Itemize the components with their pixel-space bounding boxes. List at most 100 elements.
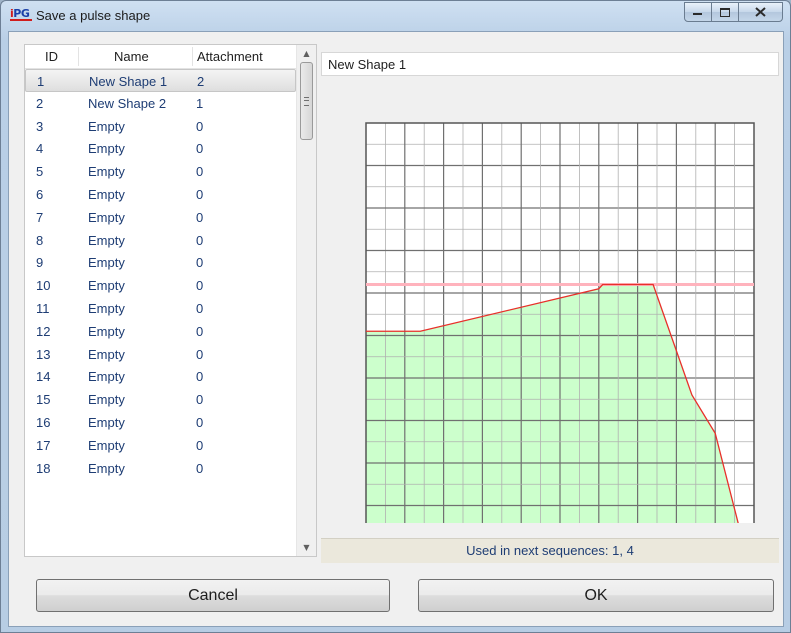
row-id: 11 <box>36 300 50 316</box>
list-item[interactable]: 16 Empty 0 <box>25 411 296 434</box>
row-name: Empty <box>88 232 125 248</box>
title-bar[interactable]: iPG Save a pulse shape <box>1 1 790 31</box>
row-attachment: 0 <box>196 437 204 453</box>
row-id: 14 <box>36 369 51 385</box>
close-icon <box>755 7 766 17</box>
row-attachment: 1 <box>196 95 204 111</box>
dialog-window: iPG Save a pulse shape ID Name Attachmen… <box>0 0 791 633</box>
close-button[interactable] <box>738 2 783 22</box>
dialog-content: ID Name Attachment 1 New Shape 1 2 2 New Sha… <box>8 31 784 627</box>
row-name: Empty <box>88 278 125 294</box>
header-separator[interactable] <box>78 47 79 66</box>
row-attachment: 0 <box>196 164 204 180</box>
row-name: New Shape 2 <box>88 95 167 111</box>
row-name: Empty <box>88 118 125 134</box>
list-item[interactable]: 13 Empty 0 <box>25 343 296 366</box>
scroll-down-arrow-icon[interactable]: ▼ <box>297 539 316 556</box>
minimize-button[interactable] <box>684 2 712 22</box>
list-rows: 1 New Shape 1 2 2 New Shape 2 1 3 Empty 0 4 Empty 0… <box>25 69 296 479</box>
ok-button[interactable]: OK <box>418 579 774 612</box>
row-attachment: 0 <box>196 369 204 385</box>
row-attachment: 0 <box>196 278 204 294</box>
row-id: 6 <box>36 186 44 202</box>
row-name: New Shape 1 <box>89 74 168 89</box>
row-id: 16 <box>36 414 51 430</box>
row-id: 1 <box>37 74 45 89</box>
row-name: Empty <box>88 392 125 408</box>
row-name: Empty <box>88 186 125 202</box>
row-id: 13 <box>36 346 51 362</box>
list-item[interactable]: 2 New Shape 2 1 <box>25 92 296 115</box>
row-name: Empty <box>88 300 125 316</box>
row-attachment: 0 <box>196 209 204 225</box>
list-item[interactable]: 3 Empty 0 <box>25 115 296 138</box>
row-id: 8 <box>36 232 44 248</box>
list-item[interactable]: 10 Empty 0 <box>25 274 296 297</box>
row-attachment: 0 <box>196 186 204 202</box>
cancel-button[interactable]: Cancel <box>36 579 390 612</box>
row-name: Empty <box>88 209 125 225</box>
row-attachment: 0 <box>196 141 204 157</box>
row-name: Empty <box>88 346 125 362</box>
shape-name-field[interactable]: New Shape 1 <box>321 52 779 76</box>
row-attachment: 0 <box>196 255 204 271</box>
row-id: 3 <box>36 118 44 134</box>
list-item[interactable]: 6 Empty 0 <box>25 183 296 206</box>
row-id: 12 <box>36 323 51 339</box>
row-name: Empty <box>88 369 125 385</box>
list-item[interactable]: 7 Empty 0 <box>25 206 296 229</box>
row-id: 2 <box>36 95 44 111</box>
row-id: 10 <box>36 278 51 294</box>
row-name: Empty <box>88 414 125 430</box>
row-id: 17 <box>36 437 51 453</box>
row-name: Empty <box>88 323 125 339</box>
row-id: 4 <box>36 141 44 157</box>
header-attachment[interactable]: Attachment <box>197 49 263 64</box>
list-item[interactable]: 5 Empty 0 <box>25 160 296 183</box>
row-name: Empty <box>88 437 125 453</box>
row-attachment: 0 <box>196 232 204 248</box>
list-item[interactable]: 8 Empty 0 <box>25 229 296 252</box>
maximize-button[interactable] <box>711 2 739 22</box>
row-attachment: 0 <box>196 300 204 316</box>
header-name[interactable]: Name <box>114 49 149 64</box>
list-item[interactable]: 18 Empty 0 <box>25 457 296 480</box>
row-id: 9 <box>36 255 44 271</box>
row-attachment: 0 <box>196 460 204 476</box>
row-id: 18 <box>36 460 51 476</box>
row-name: Empty <box>88 164 125 180</box>
list-item[interactable]: 14 Empty 0 <box>25 365 296 388</box>
row-name: Empty <box>88 255 125 271</box>
row-attachment: 2 <box>197 74 205 89</box>
row-name: Empty <box>88 141 125 157</box>
scroll-up-arrow-icon[interactable]: ▲ <box>297 45 316 62</box>
row-attachment: 0 <box>196 323 204 339</box>
minimize-icon <box>693 13 702 15</box>
row-id: 15 <box>36 392 51 408</box>
header-id[interactable]: ID <box>45 49 58 64</box>
scrollbar-thumb[interactable] <box>300 62 313 140</box>
shape-list[interactable]: ID Name Attachment 1 New Shape 1 2 2 New Sha… <box>24 44 317 557</box>
window-title: Save a pulse shape <box>36 8 151 23</box>
ipg-app-icon: iPG <box>10 8 34 23</box>
pulse-shape-chart[interactable] <box>321 83 779 523</box>
list-item[interactable]: 1 New Shape 1 2 <box>25 69 296 92</box>
row-name: Empty <box>88 460 125 476</box>
status-bar: Used in next sequences: 1, 4 <box>321 538 779 563</box>
list-item[interactable]: 9 Empty 0 <box>25 251 296 274</box>
list-item[interactable]: 12 Empty 0 <box>25 320 296 343</box>
list-header: ID Name Attachment <box>25 45 296 69</box>
list-item[interactable]: 15 Empty 0 <box>25 388 296 411</box>
vertical-scrollbar[interactable]: ▲ ▼ <box>296 45 316 556</box>
list-item[interactable]: 4 Empty 0 <box>25 137 296 160</box>
row-id: 5 <box>36 164 44 180</box>
list-item[interactable]: 17 Empty 0 <box>25 434 296 457</box>
row-attachment: 0 <box>196 392 204 408</box>
caption-buttons <box>684 2 783 22</box>
row-attachment: 0 <box>196 118 204 134</box>
list-item[interactable]: 11 Empty 0 <box>25 297 296 320</box>
grip-icon <box>304 97 309 106</box>
header-separator[interactable] <box>192 47 193 66</box>
row-id: 7 <box>36 209 44 225</box>
maximize-icon <box>719 7 730 17</box>
